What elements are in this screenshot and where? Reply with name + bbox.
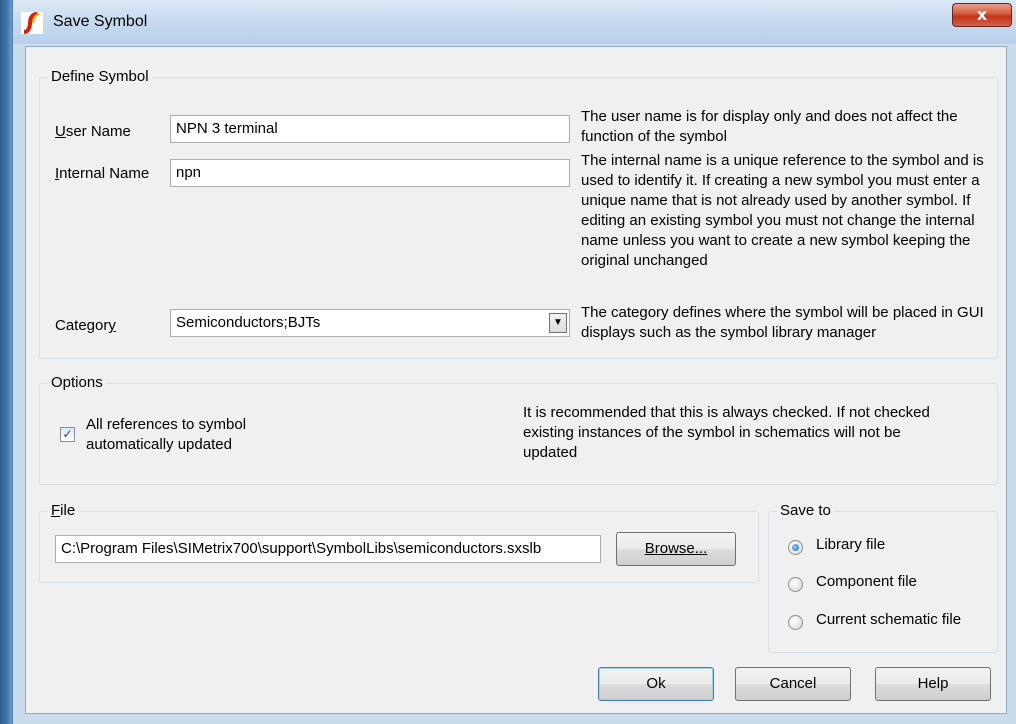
simetrix-app-icon bbox=[21, 12, 43, 34]
browse-button[interactable]: Browse... bbox=[616, 532, 736, 566]
user-name-label: User Name bbox=[55, 123, 131, 140]
component-file-radio[interactable] bbox=[788, 577, 803, 592]
auto-update-checkbox[interactable]: ✓ bbox=[60, 427, 75, 442]
category-select[interactable]: Semiconductors;BJTs ▼ bbox=[170, 309, 570, 337]
internal-name-field[interactable]: npn bbox=[170, 159, 570, 187]
internal-name-label-rest: nternal Name bbox=[59, 165, 150, 182]
ok-button-label: Ok bbox=[646, 675, 666, 692]
chevron-down-icon[interactable]: ▼ bbox=[549, 313, 567, 333]
browse-button-label: Browse... bbox=[644, 540, 708, 557]
cancel-button-label: Cancel bbox=[769, 675, 817, 692]
file-title: File bbox=[48, 502, 79, 519]
file-path-field[interactable]: C:\Program Files\SIMetrix700\support\Sym… bbox=[55, 535, 601, 563]
category-value: Semiconductors;BJTs bbox=[176, 314, 321, 331]
component-file-label[interactable]: Component file bbox=[816, 573, 917, 590]
options-help: It is recommended that this is always ch… bbox=[523, 404, 930, 461]
current-schematic-file-radio[interactable] bbox=[788, 615, 803, 630]
user-name-field[interactable]: NPN 3 terminal bbox=[170, 115, 570, 143]
library-file-radio[interactable] bbox=[788, 540, 803, 555]
auto-update-label[interactable]: All references to symbol automatically u… bbox=[86, 415, 286, 455]
help-button[interactable]: Help bbox=[875, 667, 991, 701]
help-button-label: Help bbox=[917, 675, 949, 692]
window-title: Save Symbol bbox=[53, 13, 148, 30]
user-name-label-rest: ser Name bbox=[65, 123, 131, 140]
current-schematic-file-label[interactable]: Current schematic file bbox=[816, 611, 961, 628]
options-title: Options bbox=[48, 374, 106, 391]
cancel-button[interactable]: Cancel bbox=[735, 667, 851, 701]
library-file-label[interactable]: Library file bbox=[816, 536, 885, 553]
user-name-help: The user name is for display only and do… bbox=[581, 108, 958, 145]
background-window-edge bbox=[0, 0, 12, 724]
category-label: Category bbox=[55, 317, 116, 334]
internal-name-help: The internal name is a unique reference … bbox=[581, 152, 984, 269]
internal-name-label: Internal Name bbox=[55, 165, 150, 182]
ok-button[interactable]: Ok bbox=[598, 667, 714, 701]
dialog-body: Define Symbol User Name NPN 3 terminal T… bbox=[25, 46, 1007, 714]
close-button[interactable]: x bbox=[952, 3, 1012, 27]
category-help: The category defines where the symbol wi… bbox=[581, 304, 984, 341]
title-bar[interactable]: Save Symbol x bbox=[13, 0, 1016, 44]
save-symbol-dialog: Save Symbol x Define Symbol User Name NP… bbox=[12, 0, 1016, 724]
save-to-title: Save to bbox=[777, 502, 834, 519]
close-icon: x bbox=[976, 5, 988, 24]
define-symbol-title: Define Symbol bbox=[48, 68, 152, 85]
